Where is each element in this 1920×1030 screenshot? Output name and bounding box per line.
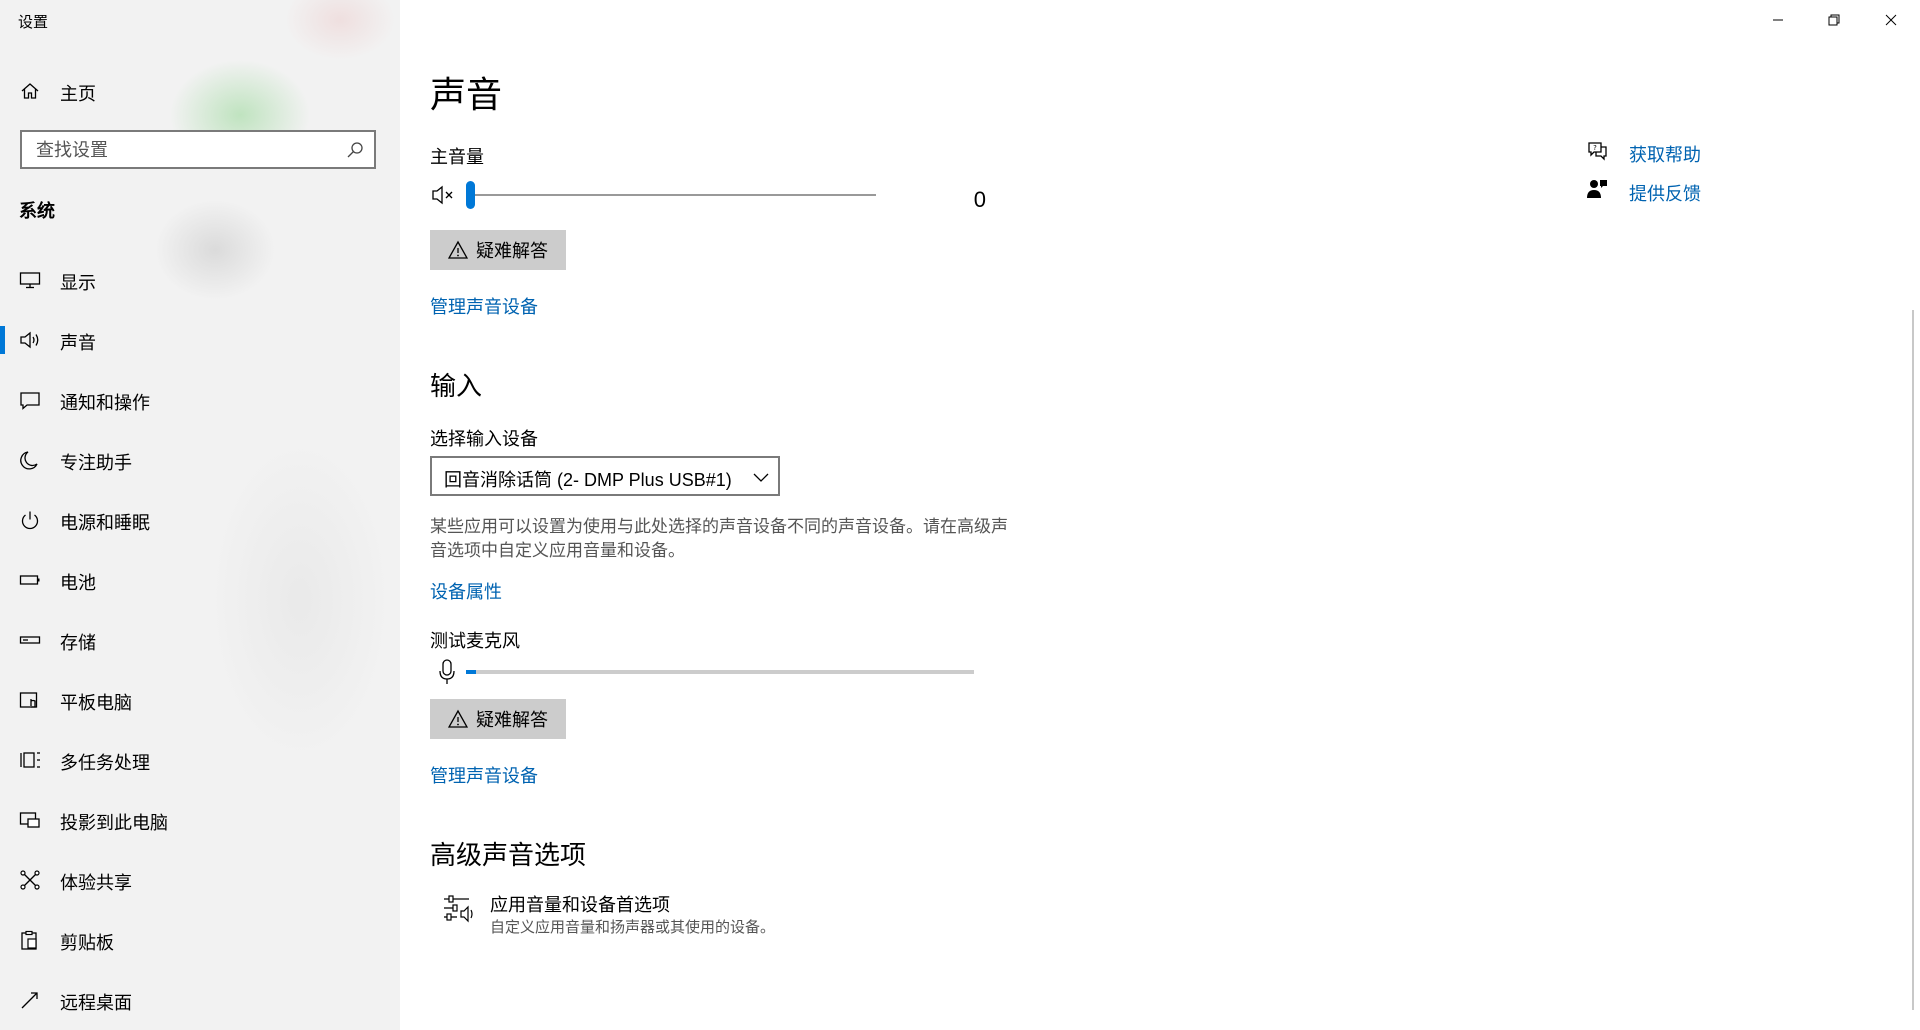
microphone-icon [439, 659, 455, 684]
sidebar-item-label: 电源和睡眠 [60, 513, 150, 533]
mute-icon[interactable] [432, 184, 456, 206]
search-icon[interactable] [346, 141, 364, 159]
sidebar-item-sound[interactable]: 声音 [0, 318, 400, 362]
moon-icon [20, 451, 38, 470]
project-icon [19, 812, 40, 828]
troubleshoot-label: 疑难解答 [476, 241, 548, 261]
input-device-select[interactable]: 回音消除话筒 (2- DMP Plus USB#1) [430, 456, 780, 496]
volume-slider-track[interactable] [466, 194, 876, 196]
help-chat-icon: ? [1588, 142, 1607, 161]
sidebar-item-project[interactable]: 投影到此电脑 [0, 798, 400, 842]
sidebar-item-label: 存储 [60, 633, 96, 653]
share-icon [20, 870, 40, 890]
storage-icon [19, 636, 41, 644]
app-volume-title: 应用音量和设备首选项 [490, 895, 670, 915]
troubleshoot-label: 疑难解答 [476, 710, 548, 730]
notification-icon [20, 392, 40, 410]
get-help-link[interactable]: 获取帮助 [1629, 141, 1701, 167]
select-input-label: 选择输入设备 [430, 429, 538, 449]
sidebar-item-tablet[interactable]: 平板电脑 [0, 678, 400, 722]
sidebar-item-focus-assist[interactable]: 专注助手 [0, 438, 400, 482]
app-volume-preferences-item[interactable]: 应用音量和设备首选项 自定义应用音量和扬声器或其使用的设备。 [440, 888, 880, 948]
feedback-icon [1587, 180, 1607, 198]
sidebar-item-label: 显示 [60, 273, 96, 293]
sidebar-item-label: 远程桌面 [60, 993, 132, 1013]
manage-sound-devices-link[interactable]: 管理声音设备 [430, 293, 538, 319]
troubleshoot-button[interactable]: 疑难解答 [430, 230, 566, 270]
sidebar-item-label: 主页 [60, 84, 96, 104]
sidebar-item-storage[interactable]: 存储 [0, 618, 400, 662]
sidebar-item-label: 平板电脑 [60, 693, 132, 713]
search-input[interactable] [34, 139, 338, 162]
equalizer-icon [444, 895, 473, 923]
mic-level-bar [466, 670, 974, 674]
sidebar-item-power-sleep[interactable]: 电源和睡眠 [0, 498, 400, 542]
sidebar-item-label: 通知和操作 [60, 393, 150, 413]
clipboard-icon [21, 930, 37, 950]
sidebar-item-clipboard[interactable]: 剪贴板 [0, 918, 400, 962]
sidebar-item-home[interactable]: 主页 [0, 76, 400, 106]
battery-icon [19, 575, 40, 585]
manage-sound-devices-input-link[interactable]: 管理声音设备 [430, 762, 538, 788]
app-title: 设置 [18, 14, 49, 31]
volume-value: 0 [973, 187, 986, 212]
feedback-link[interactable]: 提供反馈 [1629, 180, 1701, 206]
sidebar: 设置 主页 系统 显示 声音 通知和操作 [0, 0, 400, 1030]
sidebar-item-label: 体验共享 [60, 873, 132, 893]
search-box [20, 130, 376, 169]
monitor-icon [19, 272, 41, 289]
sidebar-item-battery[interactable]: 电池 [0, 558, 400, 602]
power-icon [21, 511, 39, 530]
sidebar-item-label: 专注助手 [60, 453, 132, 473]
page-title: 声音 [430, 74, 503, 115]
device-properties-link[interactable]: 设备属性 [430, 578, 502, 604]
input-description: 某些应用可以设置为使用与此处选择的声音设备不同的声音设备。请在高级声音选项中自定… [430, 517, 1008, 560]
master-volume-label: 主音量 [430, 147, 484, 167]
sidebar-item-display[interactable]: 显示 [0, 258, 400, 302]
input-device-value: 回音消除话筒 (2- DMP Plus USB#1) [444, 470, 732, 490]
tablet-icon [19, 692, 38, 708]
input-heading: 输入 [430, 371, 483, 401]
sidebar-item-notifications[interactable]: 通知和操作 [0, 378, 400, 422]
svg-text:?: ? [1593, 144, 1597, 152]
scrollbar[interactable] [1912, 310, 1914, 1010]
warning-icon [448, 240, 468, 259]
sidebar-item-label: 多任务处理 [60, 753, 150, 773]
multitask-icon [20, 752, 40, 768]
sidebar-item-label: 声音 [60, 333, 96, 353]
home-icon [21, 83, 39, 99]
sidebar-item-label: 剪贴板 [60, 933, 114, 953]
mic-level-fill [466, 670, 477, 674]
test-mic-label: 测试麦克风 [430, 631, 520, 651]
section-title: 系统 [19, 201, 55, 221]
sidebar-item-multitasking[interactable]: 多任务处理 [0, 738, 400, 782]
warning-icon [448, 709, 468, 728]
sidebar-item-label: 电池 [60, 573, 96, 593]
chevron-down-icon [753, 473, 769, 482]
speaker-icon [20, 331, 39, 349]
advanced-heading: 高级声音选项 [430, 840, 587, 870]
app-volume-desc: 自定义应用音量和扬声器或其使用的设备。 [490, 919, 776, 936]
remote-desktop-icon [21, 992, 38, 1009]
sidebar-item-shared-experiences[interactable]: 体验共享 [0, 858, 400, 902]
volume-slider-thumb[interactable] [466, 181, 475, 209]
sidebar-item-remote-desktop[interactable]: 远程桌面 [0, 978, 400, 1022]
sidebar-item-label: 投影到此电脑 [60, 813, 168, 833]
main-content: 声音 主音量 0 疑难解答 管理声音设备 输入 选择输入设备 回音消除话筒 (2… [400, 0, 1920, 1030]
troubleshoot-input-button[interactable]: 疑难解答 [430, 699, 566, 739]
